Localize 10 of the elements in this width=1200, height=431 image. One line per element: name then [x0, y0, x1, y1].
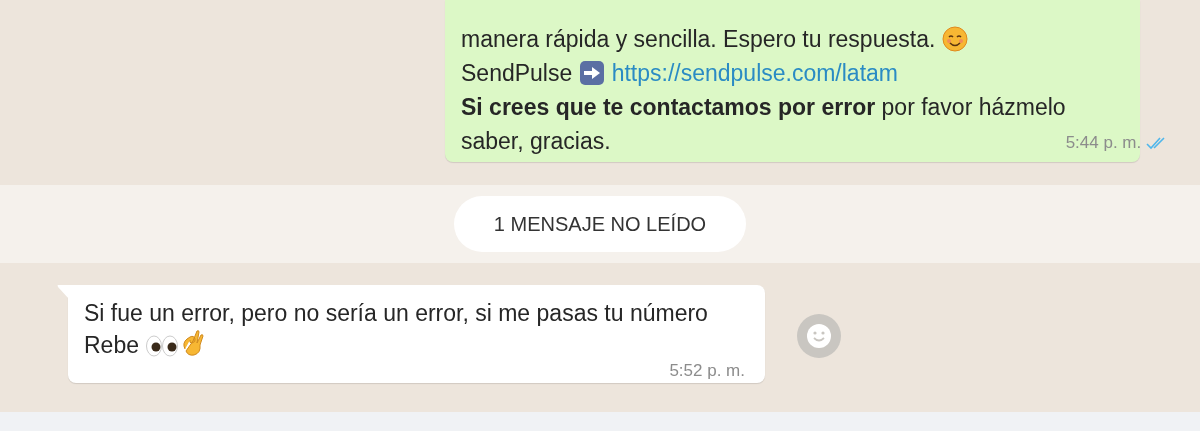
- unread-count-label: 1 MENSAJE NO LEÍDO: [454, 196, 746, 252]
- message-time: 5:44 p. m.: [1065, 132, 1142, 154]
- message-text: manera rápida y sencilla. Espero tu respuesta. SendPulse https://sendpulse.com/latam Si crees que te contactamos por error por favor házmelo saber, gracias.: [461, 25, 1066, 156]
- smiling-face-icon: [941, 26, 968, 52]
- message-text: Si fue un error, pero no sería un error, si me pasas tu número Rebe: [84, 299, 709, 361]
- message-time: 5:52 p. m.: [669, 361, 745, 381]
- eyes-icon: [145, 335, 180, 357]
- smiley-icon: [806, 323, 832, 349]
- emoji-reaction-button[interactable]: [797, 314, 841, 358]
- link[interactable]: https://sendpulse.com/latam: [611, 60, 898, 86]
